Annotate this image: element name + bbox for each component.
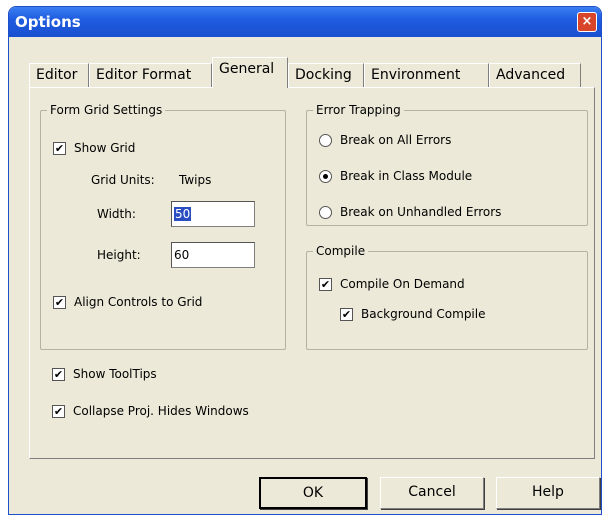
align-controls-label: Align Controls to Grid — [74, 295, 203, 309]
checkbox-box[interactable]: ✔ — [53, 295, 66, 309]
tab-general[interactable]: General — [212, 57, 288, 88]
height-value: 60 — [174, 248, 190, 262]
grid-units-value: Twips — [179, 173, 212, 187]
help-button[interactable]: Help — [496, 477, 600, 509]
break-in-class-module-radio[interactable]: Break in Class Module — [319, 169, 472, 183]
show-tooltips-checkbox[interactable]: ✔ Show ToolTips — [52, 367, 157, 381]
checkbox-box[interactable]: ✔ — [319, 277, 332, 291]
break-on-unhandled-errors-radio[interactable]: Break on Unhandled Errors — [319, 205, 501, 219]
break-on-unhandled-errors-label: Break on Unhandled Errors — [340, 205, 502, 219]
general-tab-panel: Form Grid Settings ✔ Show Grid Grid Unit… — [29, 87, 595, 459]
height-label: Height: — [97, 248, 141, 262]
compile-on-demand-checkbox[interactable]: ✔ Compile On Demand — [319, 277, 465, 291]
checkbox-box[interactable]: ✔ — [340, 307, 353, 321]
cancel-button[interactable]: Cancel — [380, 477, 484, 509]
compile-on-demand-label: Compile On Demand — [340, 277, 465, 291]
break-on-all-errors-label: Break on All Errors — [340, 133, 452, 147]
close-icon[interactable]: × — [577, 12, 597, 32]
break-in-class-module-label: Break in Class Module — [340, 169, 473, 183]
tab-docking[interactable]: Docking — [288, 63, 364, 87]
form-grid-settings-title: Form Grid Settings — [47, 103, 166, 117]
tab-editor[interactable]: Editor — [29, 63, 89, 87]
error-trapping-title: Error Trapping — [313, 103, 404, 117]
tab-environment[interactable]: Environment — [364, 63, 489, 87]
compile-group: Compile ✔ Compile On Demand ✔ Background… — [306, 244, 588, 350]
tab-advanced[interactable]: Advanced — [489, 63, 581, 87]
show-grid-checkbox[interactable]: ✔ Show Grid — [53, 141, 135, 155]
title-bar[interactable]: Options × — [9, 7, 601, 37]
height-field[interactable]: 60 — [171, 242, 255, 268]
checkbox-box[interactable]: ✔ — [52, 404, 65, 418]
width-value: 50 — [174, 207, 192, 221]
align-controls-checkbox[interactable]: ✔ Align Controls to Grid — [53, 295, 202, 309]
background-compile-checkbox[interactable]: ✔ Background Compile — [340, 307, 485, 321]
collapse-proj-label: Collapse Proj. Hides Windows — [73, 404, 249, 418]
break-on-all-errors-radio[interactable]: Break on All Errors — [319, 133, 451, 147]
show-grid-label: Show Grid — [74, 141, 136, 155]
form-grid-settings-group: Form Grid Settings ✔ Show Grid Grid Unit… — [40, 103, 286, 350]
tab-editor-format[interactable]: Editor Format — [89, 63, 212, 87]
radio-circle[interactable] — [319, 169, 332, 183]
radio-circle[interactable] — [319, 133, 332, 147]
options-dialog: Options × Editor Editor Format General D… — [8, 6, 602, 515]
ok-button[interactable]: OK — [259, 477, 367, 509]
show-tooltips-label: Show ToolTips — [73, 367, 157, 381]
window-title: Options — [15, 13, 81, 31]
width-field[interactable]: 50 — [171, 201, 255, 227]
radio-circle[interactable] — [319, 205, 332, 219]
compile-title: Compile — [313, 244, 369, 258]
error-trapping-group: Error Trapping Break on All Errors Break… — [306, 103, 588, 226]
background-compile-label: Background Compile — [361, 307, 486, 321]
checkbox-box[interactable]: ✔ — [53, 141, 66, 155]
checkbox-box[interactable]: ✔ — [52, 367, 65, 381]
collapse-proj-checkbox[interactable]: ✔ Collapse Proj. Hides Windows — [52, 404, 249, 418]
width-label: Width: — [97, 207, 136, 221]
grid-units-label: Grid Units: — [91, 173, 155, 187]
